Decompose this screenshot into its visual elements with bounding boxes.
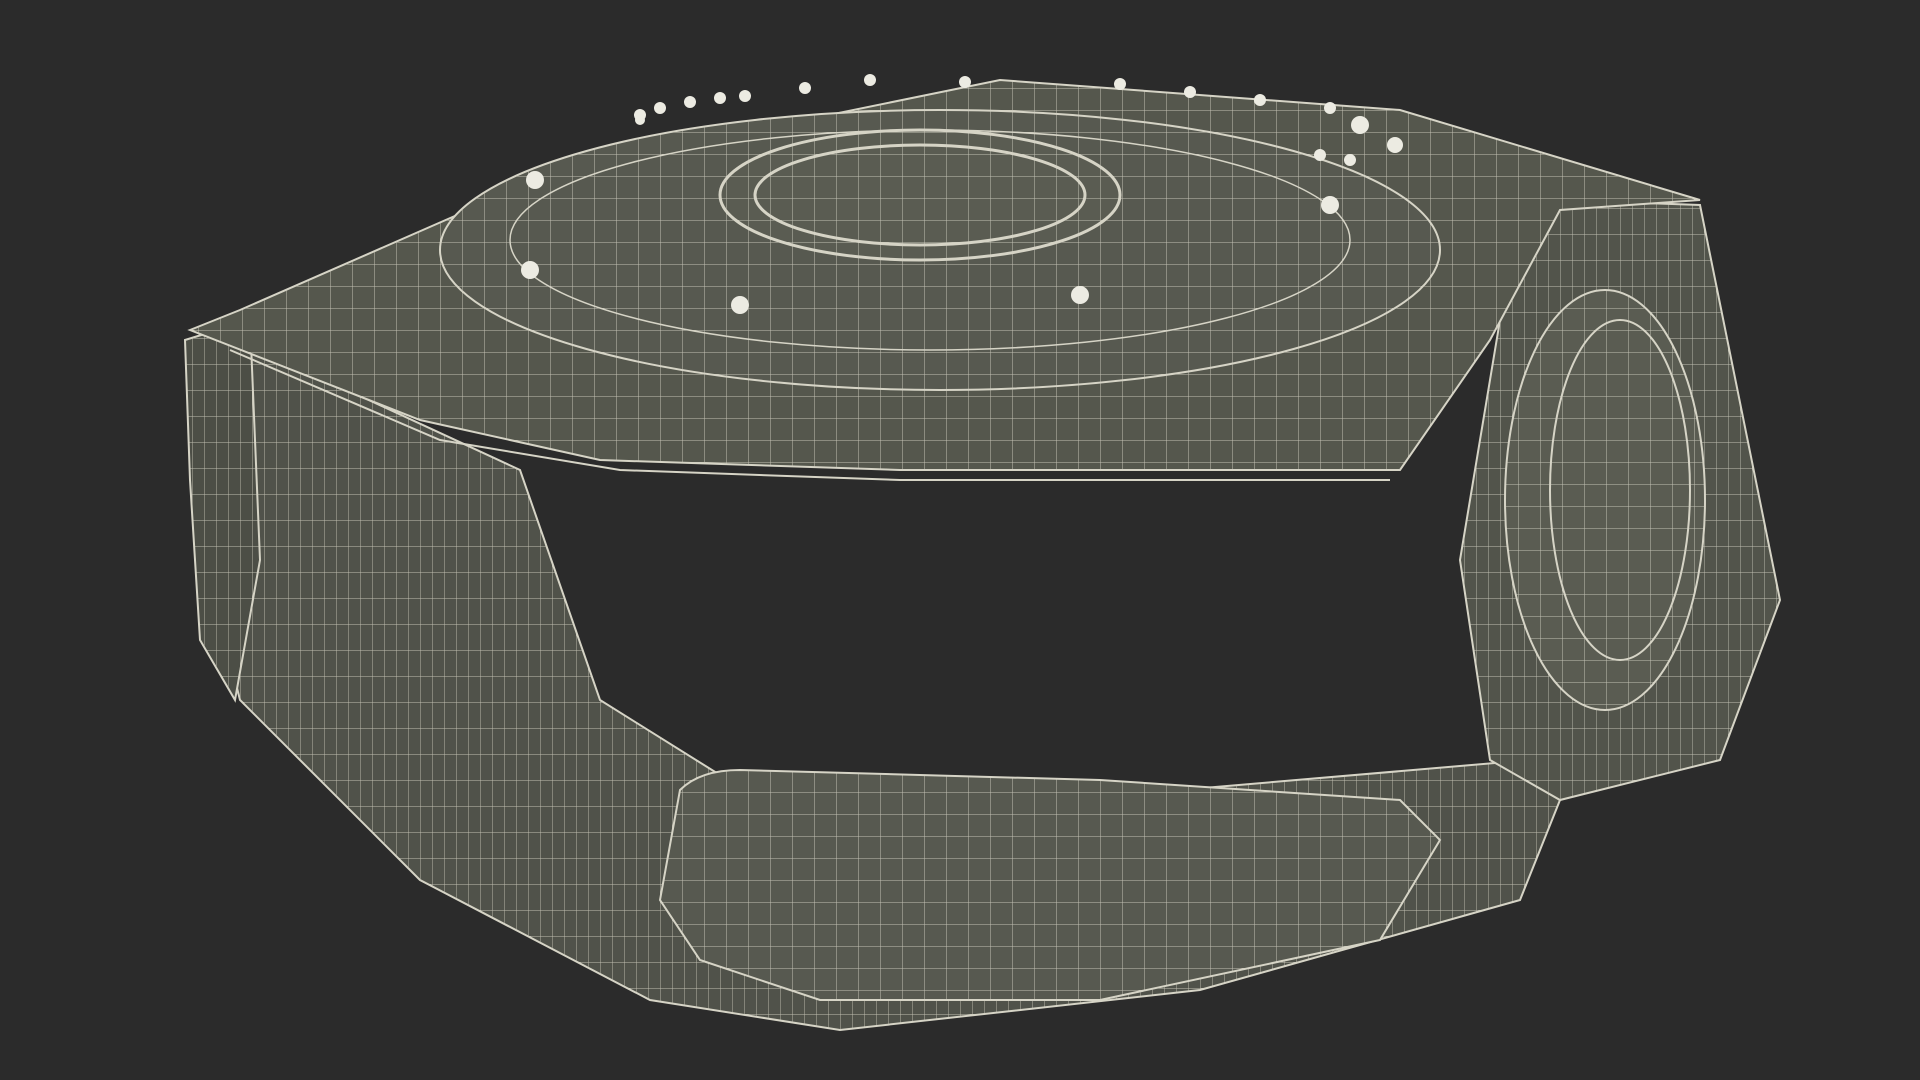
bracelet-side-oval-clasp [1504, 289, 1706, 711]
render-viewport [0, 0, 1920, 1080]
bracelet-top-disc [439, 109, 1441, 391]
bracelet-strap-tip [658, 768, 1442, 1001]
bracelet-wireframe-render [183, 74, 1782, 1032]
